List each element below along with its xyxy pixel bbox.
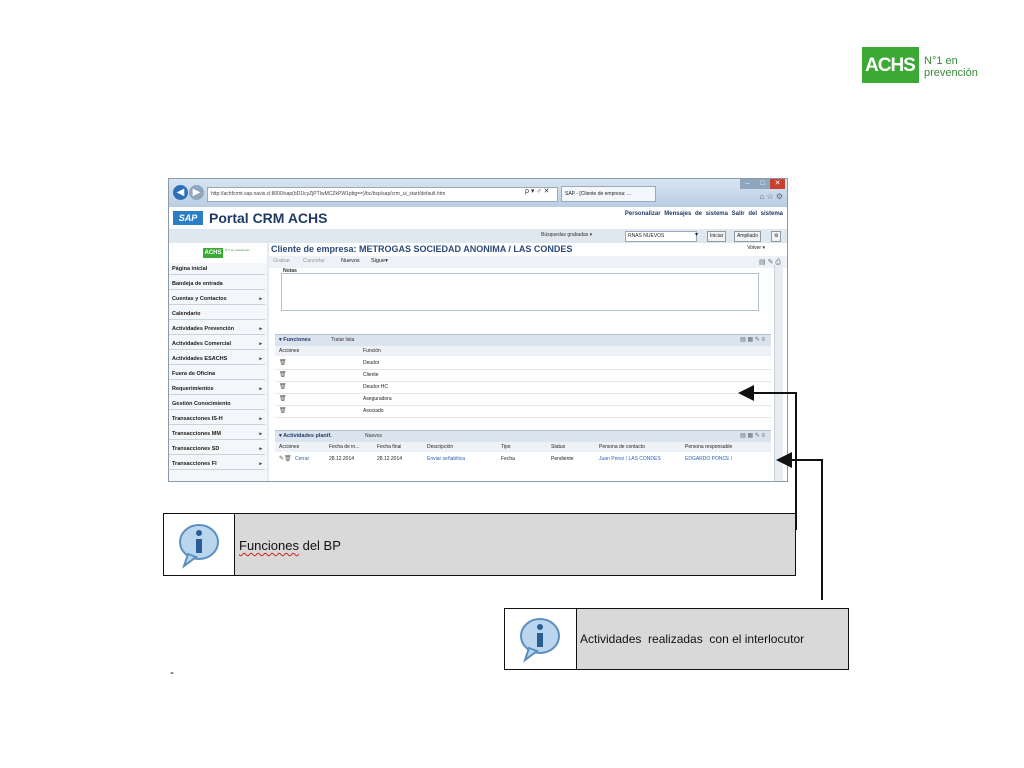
spellcheck-word: Funciones <box>239 538 299 553</box>
info-icon-cell-2 <box>505 609 577 669</box>
callout-actividades-text: Actividades realizadas con el interlocut… <box>580 632 805 646</box>
info-icon <box>179 524 219 569</box>
arrow-funciones <box>738 385 797 530</box>
callout-funciones: Funciones del BP <box>163 513 796 576</box>
info-icon-cell <box>164 514 235 575</box>
callout-funciones-rest: del BP <box>298 538 341 553</box>
stray-dash: - <box>170 665 174 679</box>
callout-funciones-text: Funciones del BP <box>239 538 341 553</box>
info-icon <box>520 618 560 663</box>
callout-actividades: Actividades realizadas con el interlocut… <box>504 608 849 670</box>
